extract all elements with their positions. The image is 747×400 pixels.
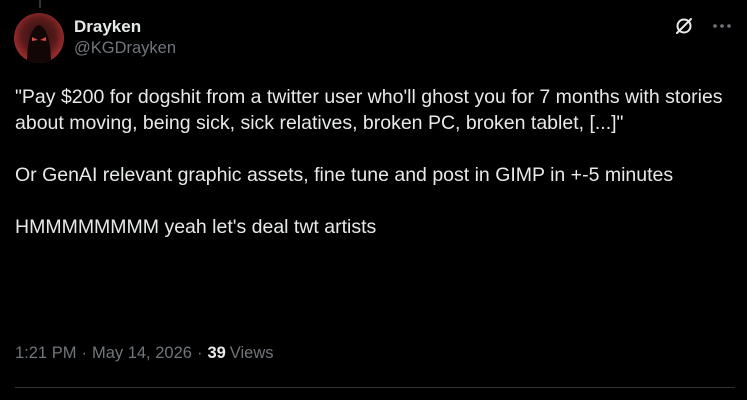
tweet-paragraph: "Pay $200 for dogshit from a twitter use… [15, 86, 723, 134]
divider [15, 387, 735, 388]
more-dots-icon[interactable] [710, 14, 734, 38]
meta-separator: · [81, 344, 87, 362]
views-count[interactable]: 39 [207, 344, 225, 363]
masked-figure-icon [27, 25, 51, 63]
tweet-date[interactable]: May 14, 2026 [92, 344, 192, 363]
handle[interactable]: @KGDrayken [74, 38, 176, 59]
tweet-text: "Pay $200 for dogshit from a twitter use… [15, 84, 727, 240]
tweet-paragraph: Or GenAI relevant graphic assets, fine t… [15, 164, 674, 186]
thread-connector-line [39, 0, 41, 8]
views-label[interactable]: Views [230, 344, 274, 363]
display-name[interactable]: Drayken [74, 16, 176, 38]
author-names: Drayken @KGDrayken [74, 16, 176, 60]
meta-separator: · [196, 344, 203, 362]
tweet-header: Drayken @KGDrayken [14, 12, 734, 64]
avatar[interactable] [14, 13, 64, 63]
tweet-meta: 1:21 PM · May 14, 2026 · 39 Views [15, 344, 274, 363]
grok-slash-icon[interactable] [672, 14, 696, 38]
header-actions [672, 14, 734, 38]
tweet-paragraph: HMMMMMMMM yeah let's deal twt artists [15, 216, 377, 238]
tweet-time[interactable]: 1:21 PM [15, 344, 76, 363]
